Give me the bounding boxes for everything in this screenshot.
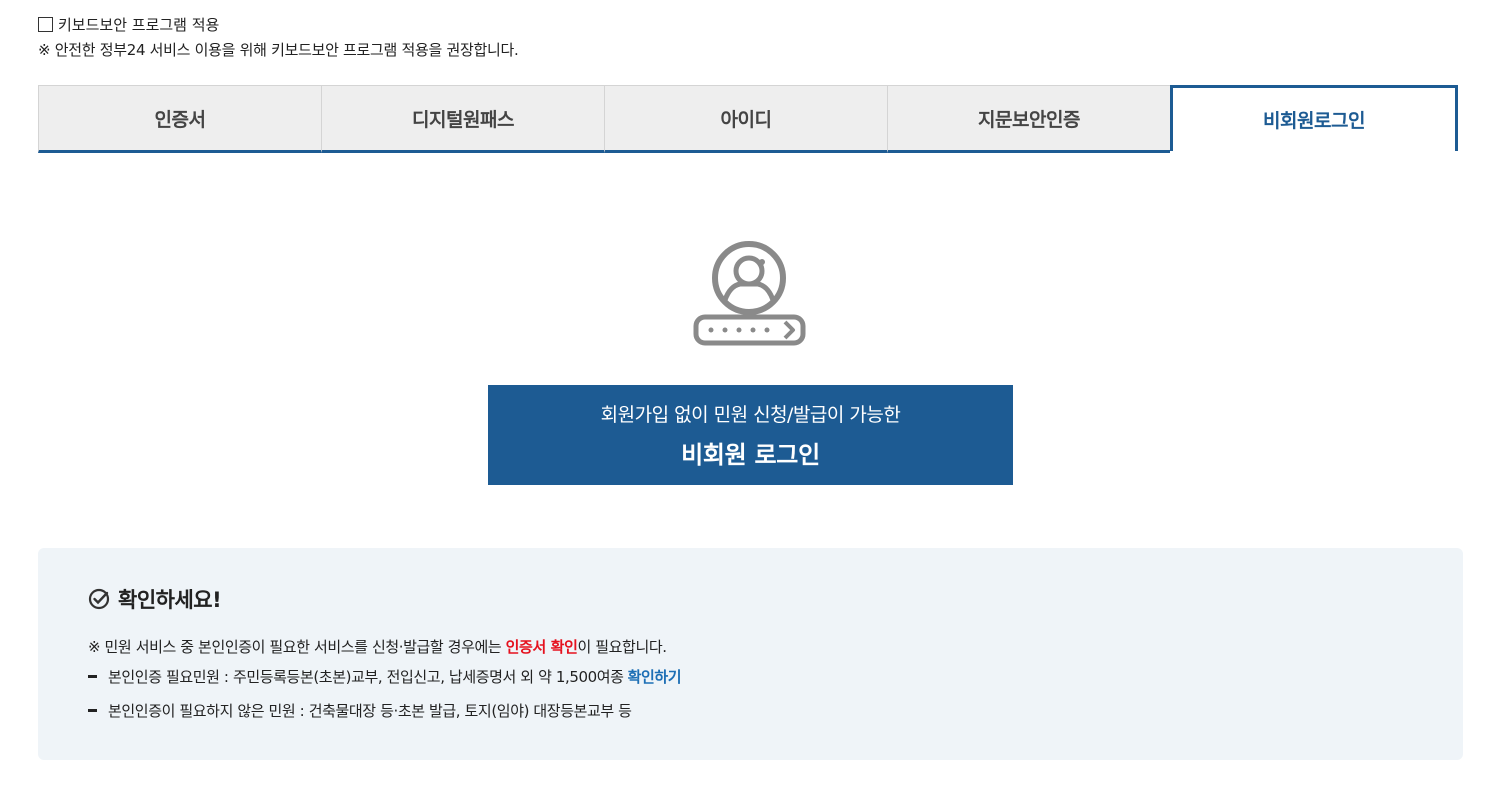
confirm-link[interactable]: 확인하기 (628, 666, 682, 687)
notice-line-not-required: 본인인증이 필요하지 않은 민원 : 건축물대장 등·초본 발급, 토지(임야)… (88, 700, 632, 721)
keyboard-security-checkbox[interactable] (38, 17, 53, 32)
keyboard-security-row: 키보드보안 프로그램 적용 (38, 14, 219, 35)
tab-fingerprint[interactable]: 지문보안인증 (887, 85, 1170, 153)
tab-digital-onepass[interactable]: 디지털원패스 (321, 85, 604, 153)
notice-title: 확인하세요! (118, 588, 222, 612)
tab-id[interactable]: 아이디 (604, 85, 887, 153)
notice-title-row: 확인하세요! (88, 584, 222, 614)
notice-line1-highlight: 인증서 확인 (505, 638, 578, 656)
keyboard-security-label[interactable]: 키보드보안 프로그램 적용 (58, 14, 219, 35)
nonmember-login-title: 비회원 로그인 (681, 441, 820, 469)
notice-line3-text: 본인인증이 필요하지 않은 민원 : 건축물대장 등·초본 발급, 토지(임야)… (108, 702, 632, 720)
notice-box: 확인하세요! ※ 민원 서비스 중 본인인증이 필요한 서비스를 신청·발급할 … (38, 548, 1463, 760)
tab-nonmember-login[interactable]: 비회원로그인 (1170, 85, 1458, 151)
notice-line1-suffix: 이 필요합니다. (577, 638, 667, 656)
dash-bullet (88, 675, 97, 678)
nonmember-login-button[interactable]: 회원가입 없이 민원 신청/발급이 가능한 비회원 로그인 (488, 385, 1013, 485)
nonmember-login-subtitle: 회원가입 없이 민원 신청/발급이 가능한 (600, 404, 901, 426)
notice-line-required: 본인인증 필요민원 : 주민등록등본(초본)교부, 전입신고, 납세증명서 외 … (88, 666, 682, 687)
user-password-icon (690, 238, 810, 350)
tab-certificate[interactable]: 인증서 (38, 85, 321, 153)
notice-line-certificate: ※ 민원 서비스 중 본인인증이 필요한 서비스를 신청·발급할 경우에는 인증… (88, 636, 667, 657)
notice-line2-text: 본인인증 필요민원 : 주민등록등본(초본)교부, 전입신고, 납세증명서 외 … (108, 668, 624, 686)
dash-bullet (88, 709, 97, 712)
login-tabs: 인증서 디지털원패스 아이디 지문보안인증 비회원로그인 (38, 85, 1458, 153)
keyboard-security-note: ※ 안전한 정부24 서비스 이용을 위해 키보드보안 프로그램 적용을 권장합… (38, 41, 519, 59)
check-circle-icon (88, 588, 110, 610)
notice-line1-prefix: ※ 민원 서비스 중 본인인증이 필요한 서비스를 신청·발급할 경우에는 (88, 638, 506, 656)
